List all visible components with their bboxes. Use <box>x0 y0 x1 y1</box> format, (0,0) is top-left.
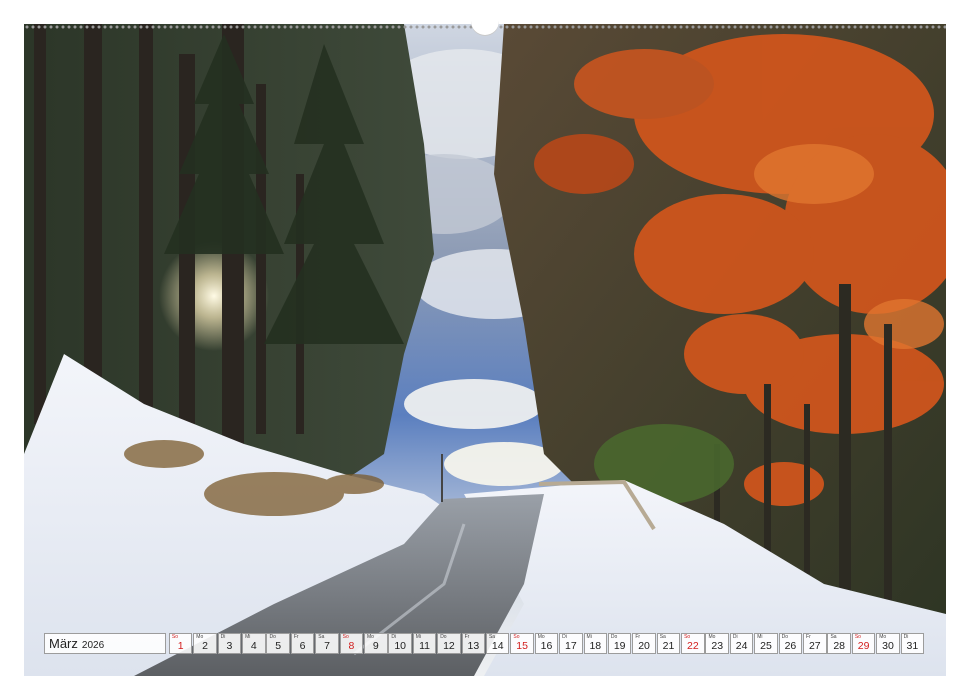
day-cell: Fr 20 <box>632 633 656 654</box>
day-cell: Di 10 <box>388 633 412 654</box>
day-number: 28 <box>833 640 846 652</box>
day-cell: Mi 25 <box>754 633 778 654</box>
day-cell: Mi 4 <box>242 633 266 654</box>
month-year: 2026 <box>81 640 105 651</box>
day-number: 16 <box>540 640 553 652</box>
day-cell: Sa 21 <box>656 633 681 654</box>
day-number: 5 <box>275 640 282 652</box>
day-number: 27 <box>808 640 821 652</box>
day-cell: Mi 18 <box>583 633 608 654</box>
day-number: 23 <box>711 640 724 652</box>
day-cell: Fr 13 <box>461 633 486 654</box>
day-cell: Do 5 <box>266 633 290 654</box>
day-cell: So 1 <box>168 633 193 654</box>
day-cell: Di 17 <box>559 633 583 654</box>
day-cell: Sa 7 <box>315 633 339 654</box>
day-cell: Do 12 <box>437 633 461 654</box>
month-label-box: März 2026 <box>44 633 166 654</box>
day-number: 2 <box>202 640 208 652</box>
day-number: 24 <box>735 640 748 652</box>
day-number: 13 <box>467 640 480 652</box>
day-number: 9 <box>372 640 379 652</box>
day-number: 18 <box>589 640 602 652</box>
day-number: 26 <box>784 640 797 652</box>
day-number: 30 <box>882 640 894 652</box>
day-cell: Mi 11 <box>412 633 437 654</box>
day-cell: Di 24 <box>729 633 754 654</box>
day-number: 11 <box>419 640 430 652</box>
day-number: 10 <box>394 640 406 652</box>
day-cell: Di 31 <box>900 633 925 654</box>
day-cell: Mo 2 <box>193 633 217 654</box>
day-number: 7 <box>324 640 330 652</box>
day-number: 12 <box>443 640 455 652</box>
day-cell: Sa 14 <box>485 633 510 654</box>
day-cell: Do 26 <box>778 633 803 654</box>
day-cell: So 8 <box>339 633 364 654</box>
day-number: 14 <box>491 640 504 652</box>
day-cell: Di 3 <box>217 633 242 654</box>
day-number: 4 <box>250 640 257 652</box>
day-number: 8 <box>348 640 355 652</box>
day-cells: So 1 Mo 2 Di 3 Mi 4 Do 5 Fr 6 Sa 7 So 8 Mo 9 Di 10 Mi 11 Do 12 F… <box>168 633 925 654</box>
day-cell: Fr 27 <box>803 633 827 654</box>
day-number: 6 <box>299 640 306 652</box>
day-number: 3 <box>226 640 233 652</box>
day-number: 29 <box>857 640 870 652</box>
day-number: 22 <box>687 640 699 652</box>
day-cell: Do 19 <box>607 633 632 654</box>
calendar-strip: März 2026 So 1 Mo 2 Di 3 Mi 4 Do 5 Fr 6 Sa 7 So 8 Mo 9 Di 1… <box>44 632 928 655</box>
day-number: 31 <box>906 640 919 652</box>
day-cell: Mo 16 <box>534 633 559 654</box>
day-cell: Fr 6 <box>290 633 315 654</box>
day-number: 21 <box>662 640 675 652</box>
day-cell: So 15 <box>510 633 534 654</box>
day-number: 19 <box>613 640 626 652</box>
day-cell: Mo 30 <box>876 633 900 654</box>
day-cell: Mo 23 <box>705 633 729 654</box>
day-number: 15 <box>516 640 528 652</box>
landscape-photo <box>24 24 946 676</box>
day-number: 25 <box>760 640 772 652</box>
month-name: März <box>49 636 78 651</box>
day-number: 17 <box>565 640 577 652</box>
day-cell: So 29 <box>851 633 876 654</box>
day-cell: Mo 9 <box>364 633 388 654</box>
day-number: 1 <box>177 640 184 652</box>
day-cell: Sa 28 <box>827 633 851 654</box>
day-number: 20 <box>638 640 650 652</box>
day-cell: So 22 <box>681 633 705 654</box>
